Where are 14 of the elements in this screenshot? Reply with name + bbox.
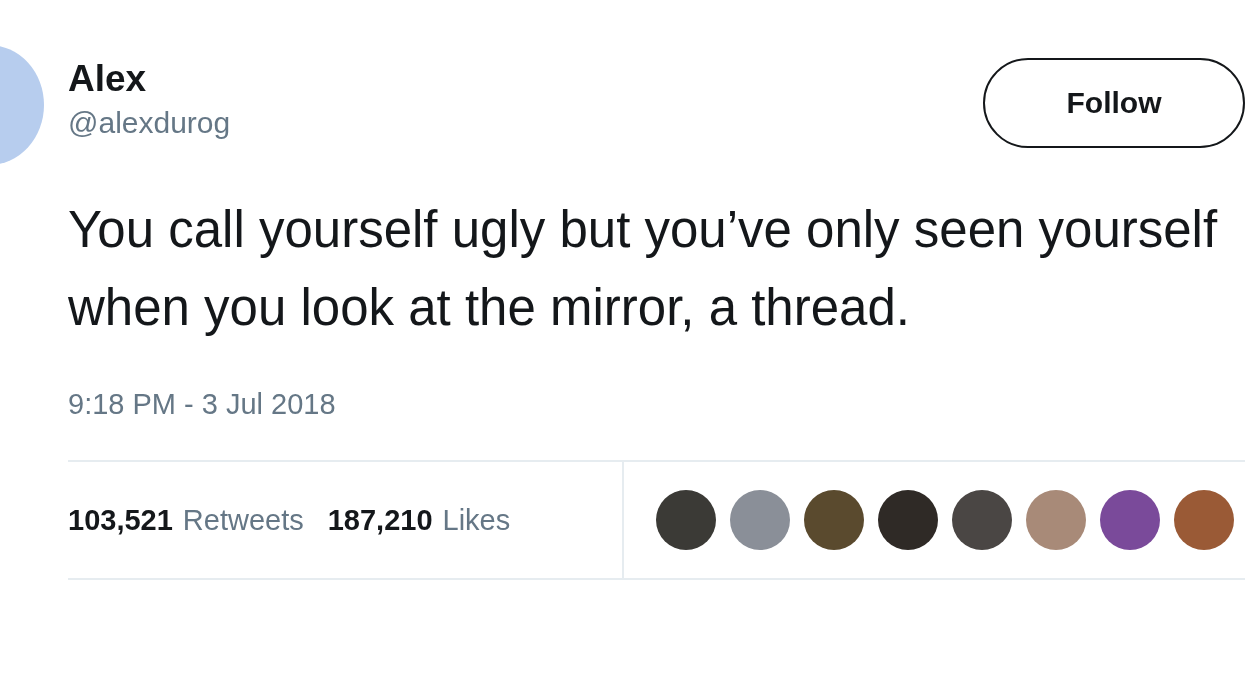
avatar-placeholder[interactable] <box>952 490 1012 550</box>
stat-count: 187,210 <box>327 503 433 537</box>
tweet-text: You call yourself ugly but you’ve only seen yourself when you look at the mirror, a thread. <box>68 200 1219 338</box>
stat-count: 103,521 <box>68 503 173 537</box>
avatar-placeholder[interactable] <box>1100 490 1160 550</box>
author-name: Alex <box>68 57 148 101</box>
tweet-timestamp: 9:18 PM - 3 Jul 2018 <box>68 387 337 422</box>
stat-label: Retweets <box>182 503 304 537</box>
avatar-placeholder[interactable] <box>656 490 716 550</box>
author-handle: @alexdurog <box>68 105 232 141</box>
avatar-placeholder[interactable] <box>804 490 864 550</box>
stat-label: Likes <box>442 503 511 537</box>
follow-button[interactable]: Follow <box>983 58 1245 148</box>
avatar-placeholder[interactable] <box>878 490 938 550</box>
